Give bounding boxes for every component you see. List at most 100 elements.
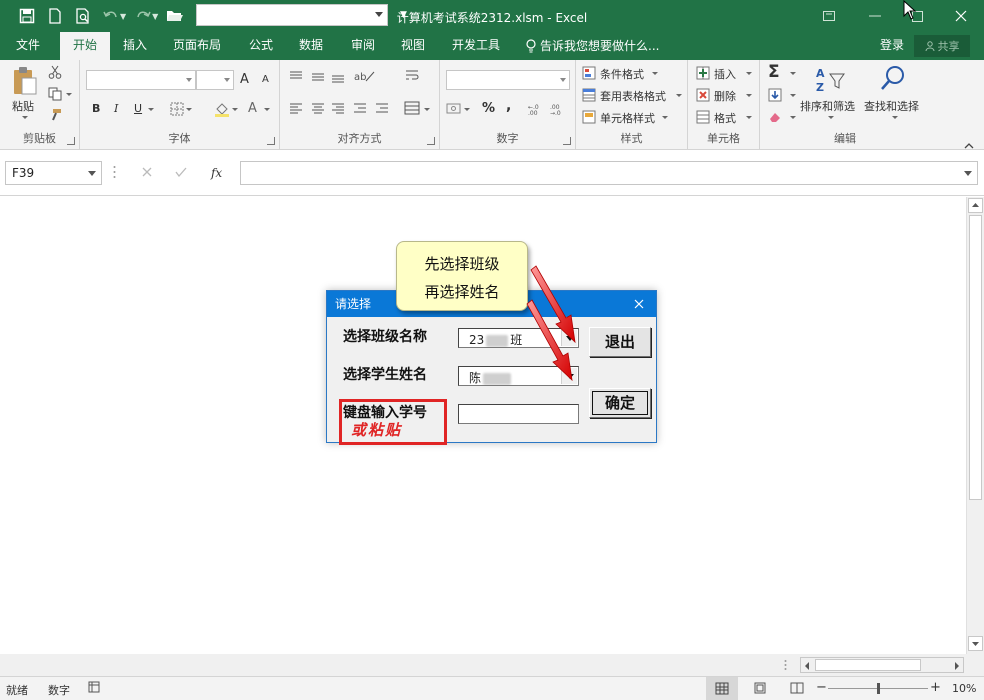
clipboard-launcher-icon[interactable] xyxy=(67,137,75,145)
sort-filter-icon[interactable]: AZ xyxy=(816,66,846,97)
font-color-button[interactable]: A xyxy=(248,101,257,116)
number-launcher-icon[interactable] xyxy=(563,137,571,145)
exit-button[interactable]: 退出 xyxy=(589,327,651,357)
font-size-combo[interactable] xyxy=(196,70,234,90)
percent-button[interactable]: % xyxy=(482,101,495,116)
class-dropdown-icon[interactable] xyxy=(561,330,577,346)
autosum-icon[interactable]: Σ xyxy=(768,62,780,82)
fill-icon[interactable] xyxy=(768,88,782,105)
alignment-launcher-icon[interactable] xyxy=(427,137,435,145)
format-cells-label[interactable]: 格式 xyxy=(714,110,736,126)
tab-page-layout[interactable]: 页面布局 xyxy=(164,32,230,60)
student-dropdown-icon[interactable] xyxy=(561,368,577,384)
sort-filter-label[interactable]: 排序和筛选 xyxy=(800,98,855,114)
page-layout-view-icon[interactable] xyxy=(754,682,766,697)
scroll-down-icon[interactable] xyxy=(968,636,983,651)
tab-home[interactable]: 开始 xyxy=(60,32,110,60)
horizontal-scroll-thumb[interactable] xyxy=(815,659,921,671)
number-group: % , ←.0.00.00 →.0 数字 xyxy=(440,60,576,150)
share-button[interactable]: 共享 xyxy=(914,35,970,57)
conditional-format-label[interactable]: 条件格式 xyxy=(600,66,644,82)
ok-button[interactable]: 确定 xyxy=(589,388,651,418)
scroll-right-icon[interactable] xyxy=(953,660,961,674)
class-combo[interactable]: 23 班 xyxy=(458,328,579,348)
grow-font-button[interactable]: A xyxy=(240,72,249,87)
shrink-font-button[interactable]: A xyxy=(262,74,269,85)
tab-insert[interactable]: 插入 xyxy=(112,32,158,60)
insert-function-icon[interactable]: fx xyxy=(211,166,222,180)
merge-center-icon[interactable] xyxy=(404,100,420,119)
number-format-combo[interactable] xyxy=(446,70,570,90)
tab-review[interactable]: 审阅 xyxy=(340,32,386,60)
zoom-level[interactable]: 10% xyxy=(952,682,976,695)
cut-icon[interactable] xyxy=(48,65,62,82)
tab-file[interactable]: 文件 xyxy=(6,32,50,60)
tell-me-box[interactable]: 告诉我您想要做什么... xyxy=(526,32,659,60)
copy-icon[interactable] xyxy=(48,87,62,104)
maximize-icon[interactable] xyxy=(894,0,940,32)
conditional-format-icon[interactable] xyxy=(582,66,596,83)
orientation-icon[interactable]: ab xyxy=(354,69,376,86)
tab-developer[interactable]: 开发工具 xyxy=(444,32,508,60)
clear-icon[interactable] xyxy=(768,110,782,127)
insert-cells-icon[interactable] xyxy=(696,66,710,83)
horizontal-scrollbar[interactable] xyxy=(800,657,964,673)
vertical-scrollbar[interactable] xyxy=(966,197,984,654)
insert-cells-label[interactable]: 插入 xyxy=(714,66,736,82)
vertical-scroll-thumb[interactable] xyxy=(969,215,982,500)
delete-cells-label[interactable]: 删除 xyxy=(714,88,736,104)
class-name-label: 选择班级名称 xyxy=(343,329,427,345)
student-value-prefix: 陈 xyxy=(469,371,482,385)
bold-button[interactable]: B xyxy=(92,102,100,115)
ribbon-display-icon[interactable] xyxy=(806,0,852,32)
format-painter-icon[interactable] xyxy=(48,108,62,125)
table-format-label[interactable]: 套用表格格式 xyxy=(600,88,666,104)
zoom-out-icon[interactable]: − xyxy=(816,680,827,695)
tab-data[interactable]: 数据 xyxy=(288,32,334,60)
format-cells-icon[interactable] xyxy=(696,110,710,127)
comma-button[interactable]: , xyxy=(506,98,511,114)
minimize-icon[interactable] xyxy=(852,0,898,32)
ribbon-tab-bar: 文件 开始 插入 页面布局 公式 数据 审阅 视图 开发工具 告诉我您想要做什么… xyxy=(0,32,984,60)
cancel-entry-icon[interactable] xyxy=(142,166,152,180)
formula-input[interactable] xyxy=(240,161,978,185)
align-top-icon[interactable] xyxy=(288,70,348,87)
align-left-icon[interactable] xyxy=(288,102,394,119)
student-id-input[interactable] xyxy=(458,404,579,424)
split-grip-icon[interactable] xyxy=(784,659,787,674)
find-select-label[interactable]: 查找和选择 xyxy=(864,98,919,114)
table-format-icon[interactable] xyxy=(582,88,596,105)
login-link[interactable]: 登录 xyxy=(880,32,904,60)
paste-label[interactable]: 粘贴 xyxy=(12,98,34,114)
increase-decimal-icon[interactable]: ←.0.00.00 →.0 xyxy=(528,102,568,119)
normal-view-icon[interactable] xyxy=(706,677,738,700)
close-window-icon[interactable] xyxy=(938,0,984,32)
formula-bar-grip-icon[interactable] xyxy=(113,165,116,179)
tab-view[interactable]: 视图 xyxy=(390,32,436,60)
currency-icon[interactable] xyxy=(446,102,462,119)
scroll-left-icon[interactable] xyxy=(803,660,811,674)
delete-cells-icon[interactable] xyxy=(696,88,710,105)
name-box[interactable]: F39 xyxy=(5,161,102,185)
underline-button[interactable]: U xyxy=(134,102,142,115)
font-launcher-icon[interactable] xyxy=(267,137,275,145)
collapse-ribbon-icon[interactable] xyxy=(964,138,974,152)
student-combo[interactable]: 陈 xyxy=(458,366,579,386)
wrap-text-icon[interactable] xyxy=(404,68,420,87)
find-select-icon[interactable] xyxy=(880,64,908,95)
zoom-slider-knob[interactable] xyxy=(877,683,880,694)
macro-record-icon[interactable] xyxy=(88,681,100,696)
dialog-close-icon[interactable] xyxy=(626,291,652,317)
italic-button[interactable]: I xyxy=(114,102,118,115)
zoom-in-icon[interactable]: + xyxy=(930,680,941,695)
cell-styles-label[interactable]: 单元格样式 xyxy=(600,110,655,126)
page-break-view-icon[interactable] xyxy=(790,682,804,697)
borders-icon[interactable] xyxy=(170,102,184,119)
cell-styles-icon[interactable] xyxy=(582,110,596,127)
tab-formulas[interactable]: 公式 xyxy=(238,32,284,60)
confirm-entry-icon[interactable] xyxy=(175,166,187,180)
font-name-combo[interactable] xyxy=(86,70,196,90)
fill-color-icon[interactable] xyxy=(214,101,230,120)
scroll-up-icon[interactable] xyxy=(968,198,983,213)
paste-icon[interactable] xyxy=(12,66,38,99)
